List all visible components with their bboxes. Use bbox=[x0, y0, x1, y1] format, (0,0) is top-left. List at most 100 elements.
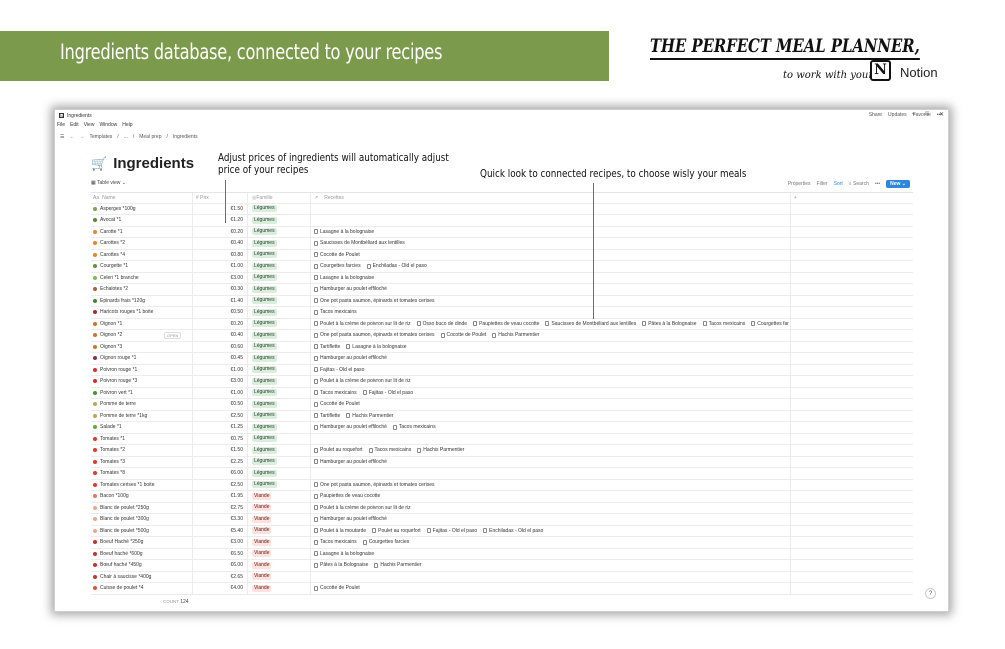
cell-prix[interactable]: €1.20 bbox=[193, 215, 248, 226]
cell-recettes[interactable]: Cocotte de Poulet bbox=[311, 249, 791, 260]
cell-recettes[interactable]: Fajitas - Old el paso bbox=[311, 364, 791, 375]
cell-recettes[interactable]: Cocotte de Poulet bbox=[311, 399, 791, 410]
cell-prix[interactable]: €0.40 bbox=[193, 238, 248, 249]
cell-prix[interactable]: €1.50 bbox=[193, 203, 248, 214]
recipe-link[interactable]: Courgettes farcies bbox=[362, 539, 409, 545]
table-row[interactable]: Bacon *100g €1.95 Viande Paupiettes de veau… bbox=[91, 491, 913, 503]
cell-name[interactable]: Pomme de terre *1kg bbox=[91, 410, 193, 421]
recipe-link[interactable]: Paupiettes de veau cocotte bbox=[314, 493, 380, 499]
table-row[interactable]: Oignon *1 €0.20 Légumes Poulet à la crème d… bbox=[91, 318, 913, 330]
table-row[interactable]: Boeuf haché *600g €6.50 Viande Lasagne à la… bbox=[91, 548, 913, 560]
menu-edit[interactable]: Edit bbox=[70, 122, 79, 129]
recipe-link[interactable]: Hamburger au poulet effiloché bbox=[314, 355, 387, 361]
cell-famille[interactable]: Légumes bbox=[248, 215, 311, 226]
table-row[interactable]: Asperges *100g €1.50 Légumes bbox=[91, 203, 913, 215]
cell-recettes[interactable] bbox=[311, 215, 791, 226]
cell-recettes[interactable]: Paupiettes de veau cocotte bbox=[311, 491, 791, 502]
recipe-link[interactable]: Tacos mexicains bbox=[392, 424, 436, 430]
cell-famille[interactable]: Légumes bbox=[248, 433, 311, 444]
cell-recettes[interactable]: Tartiflette Hachis Parmentier bbox=[311, 410, 791, 421]
cell-recettes[interactable]: Tartiflette Lasagne à la bolognaise bbox=[311, 341, 791, 352]
forward-arrow-icon[interactable]: → bbox=[79, 134, 84, 140]
cell-name[interactable]: Oignon *3 bbox=[91, 341, 193, 352]
cell-recettes[interactable]: Hamburger au poulet effiloché bbox=[311, 284, 791, 295]
cell-name[interactable]: Poivron rouge *1 bbox=[91, 364, 193, 375]
recipe-link[interactable]: Pâtes à la Bolognaise bbox=[642, 321, 697, 327]
cell-recettes[interactable] bbox=[311, 571, 791, 582]
recipe-link[interactable]: One pot pasta saumon, épinards et tomate… bbox=[314, 298, 435, 304]
cell-prix[interactable]: €3.00 bbox=[193, 272, 248, 283]
cell-prix[interactable]: €1.00 bbox=[193, 387, 248, 398]
cell-famille[interactable]: Légumes bbox=[248, 261, 311, 272]
cell-name[interactable]: Haricots rouges *1 boite bbox=[91, 307, 193, 318]
table-row[interactable]: Bœuf haché *450g €6.00 Viande Pâtes à la Bo… bbox=[91, 560, 913, 572]
table-row[interactable]: Echalotes *2 €0.30 Légumes Hamburger au pou… bbox=[91, 284, 913, 296]
table-row[interactable]: Tomates *8 €6.00 Légumes bbox=[91, 468, 913, 480]
cell-prix[interactable]: €0.45 bbox=[193, 353, 248, 364]
back-arrow-icon[interactable]: ← bbox=[69, 134, 74, 140]
table-row[interactable]: Carottes *4 €0.80 Légumes Cocotte de Poulet bbox=[91, 249, 913, 261]
breadcrumb-meal-prep[interactable]: Meal prep bbox=[139, 134, 161, 140]
table-row[interactable]: Tomates *1 €0.75 Légumes bbox=[91, 433, 913, 445]
cell-prix[interactable]: €3.30 bbox=[193, 514, 248, 525]
recipe-link[interactable]: Tacos mexicains bbox=[314, 390, 357, 396]
cell-recettes[interactable]: Tacos mexicains Courgettes farcies bbox=[311, 537, 791, 548]
cell-recettes[interactable]: Hamburger au poulet effiloché bbox=[311, 456, 791, 467]
table-row[interactable]: Avocat *1 €1.20 Légumes bbox=[91, 215, 913, 227]
cell-recettes[interactable]: Cocotte de Poulet bbox=[311, 583, 791, 594]
cell-name[interactable]: Blanc de poulet *500g bbox=[91, 525, 193, 536]
cell-name[interactable]: Celeri *1 branche bbox=[91, 272, 193, 283]
cell-recettes[interactable]: Poulet à la crème de poivron sur lit de … bbox=[311, 376, 791, 387]
recipe-link[interactable]: Enchiladas - Old el paso bbox=[366, 263, 427, 269]
cell-name[interactable]: Carottes *2 bbox=[91, 238, 193, 249]
cell-recettes[interactable]: Lasagne à la bolognaise bbox=[311, 272, 791, 283]
cell-recettes[interactable] bbox=[311, 433, 791, 444]
recipe-link[interactable]: Tacos mexicains bbox=[314, 539, 357, 545]
recipe-link[interactable]: One pot pasta saumon, épinards et tomate… bbox=[314, 482, 435, 488]
favorite-button[interactable]: Favorite bbox=[913, 112, 931, 118]
recipe-link[interactable]: Hamburger au poulet effiloché bbox=[314, 286, 387, 292]
cell-name[interactable]: Tomates *1 bbox=[91, 433, 193, 444]
cell-prix[interactable]: €1.95 bbox=[193, 491, 248, 502]
cell-prix[interactable]: €0.50 bbox=[193, 399, 248, 410]
open-row-button[interactable]: OPEN bbox=[164, 332, 182, 339]
cell-prix[interactable]: €0.20 bbox=[193, 318, 248, 329]
table-row[interactable]: Blanc de poulet *250g €2.75 Viande Poulet à… bbox=[91, 502, 913, 514]
cell-name[interactable]: Oignon rouge *1 bbox=[91, 353, 193, 364]
cell-name[interactable]: Avocat *1 bbox=[91, 215, 193, 226]
cell-name[interactable]: Boeuf Haché *250g bbox=[91, 537, 193, 548]
search-button[interactable]: ⌕ Search bbox=[849, 181, 869, 187]
cell-recettes[interactable]: Hamburger au poulet effiloché Tacos mexic… bbox=[311, 422, 791, 433]
table-row[interactable]: Poivron vert *1 €1.00 Légumes Tacos mexicai… bbox=[91, 387, 913, 399]
sort-button[interactable]: Sort bbox=[834, 181, 843, 187]
more-options-icon[interactable]: ••• bbox=[937, 112, 942, 118]
table-row[interactable]: Epinards frais *120g €1.40 Légumes One pot … bbox=[91, 295, 913, 307]
cell-famille[interactable]: Légumes bbox=[248, 353, 311, 364]
cell-name[interactable]: Pomme de terre bbox=[91, 399, 193, 410]
recipe-link[interactable]: Courgettes farcies bbox=[314, 263, 361, 269]
cell-name[interactable]: Carottes *4 bbox=[91, 249, 193, 260]
cell-prix[interactable]: €3.00 bbox=[193, 376, 248, 387]
table-row[interactable]: Tomates cerises *1 boite €2.50 Légumes One … bbox=[91, 479, 913, 491]
recipe-link[interactable]: Poulet au roquefort bbox=[314, 447, 363, 453]
recipe-link[interactable]: One pot pasta saumon, épinards et tomate… bbox=[314, 332, 435, 338]
cell-prix[interactable]: €1.00 bbox=[193, 364, 248, 375]
cell-name[interactable]: Tomates cerises *1 boite bbox=[91, 479, 193, 490]
breadcrumb-templates[interactable]: Templates bbox=[89, 134, 112, 140]
recipe-link[interactable]: Fajitas - Old el paso bbox=[426, 528, 477, 534]
cell-famille[interactable]: Légumes bbox=[248, 387, 311, 398]
cell-recettes[interactable]: Tacos mexicains bbox=[311, 307, 791, 318]
cell-famille[interactable]: Viande bbox=[248, 571, 311, 582]
cell-famille[interactable]: Légumes bbox=[248, 318, 311, 329]
recipe-link[interactable]: Hachis Parmentier bbox=[346, 413, 393, 419]
recipe-link[interactable]: Cocotte de Poulet bbox=[314, 252, 360, 258]
table-row[interactable]: Chair à saucisse *400g €2.65 Viande bbox=[91, 571, 913, 583]
cell-prix[interactable]: €1.00 bbox=[193, 261, 248, 272]
col-recettes-header[interactable]: ↗ Recettes bbox=[311, 193, 791, 203]
recipe-link[interactable]: Hamburger au poulet effiloché bbox=[314, 424, 387, 430]
col-famille-header[interactable]: ◎ Famille bbox=[248, 193, 311, 203]
table-row[interactable]: Tomates *3 €2.25 Légumes Hamburger au poule… bbox=[91, 456, 913, 468]
cell-famille[interactable]: Légumes bbox=[248, 238, 311, 249]
table-row[interactable]: Oignon *3 €0.60 Légumes Tartiflette Lasagne … bbox=[91, 341, 913, 353]
cell-famille[interactable]: Légumes bbox=[248, 445, 311, 456]
